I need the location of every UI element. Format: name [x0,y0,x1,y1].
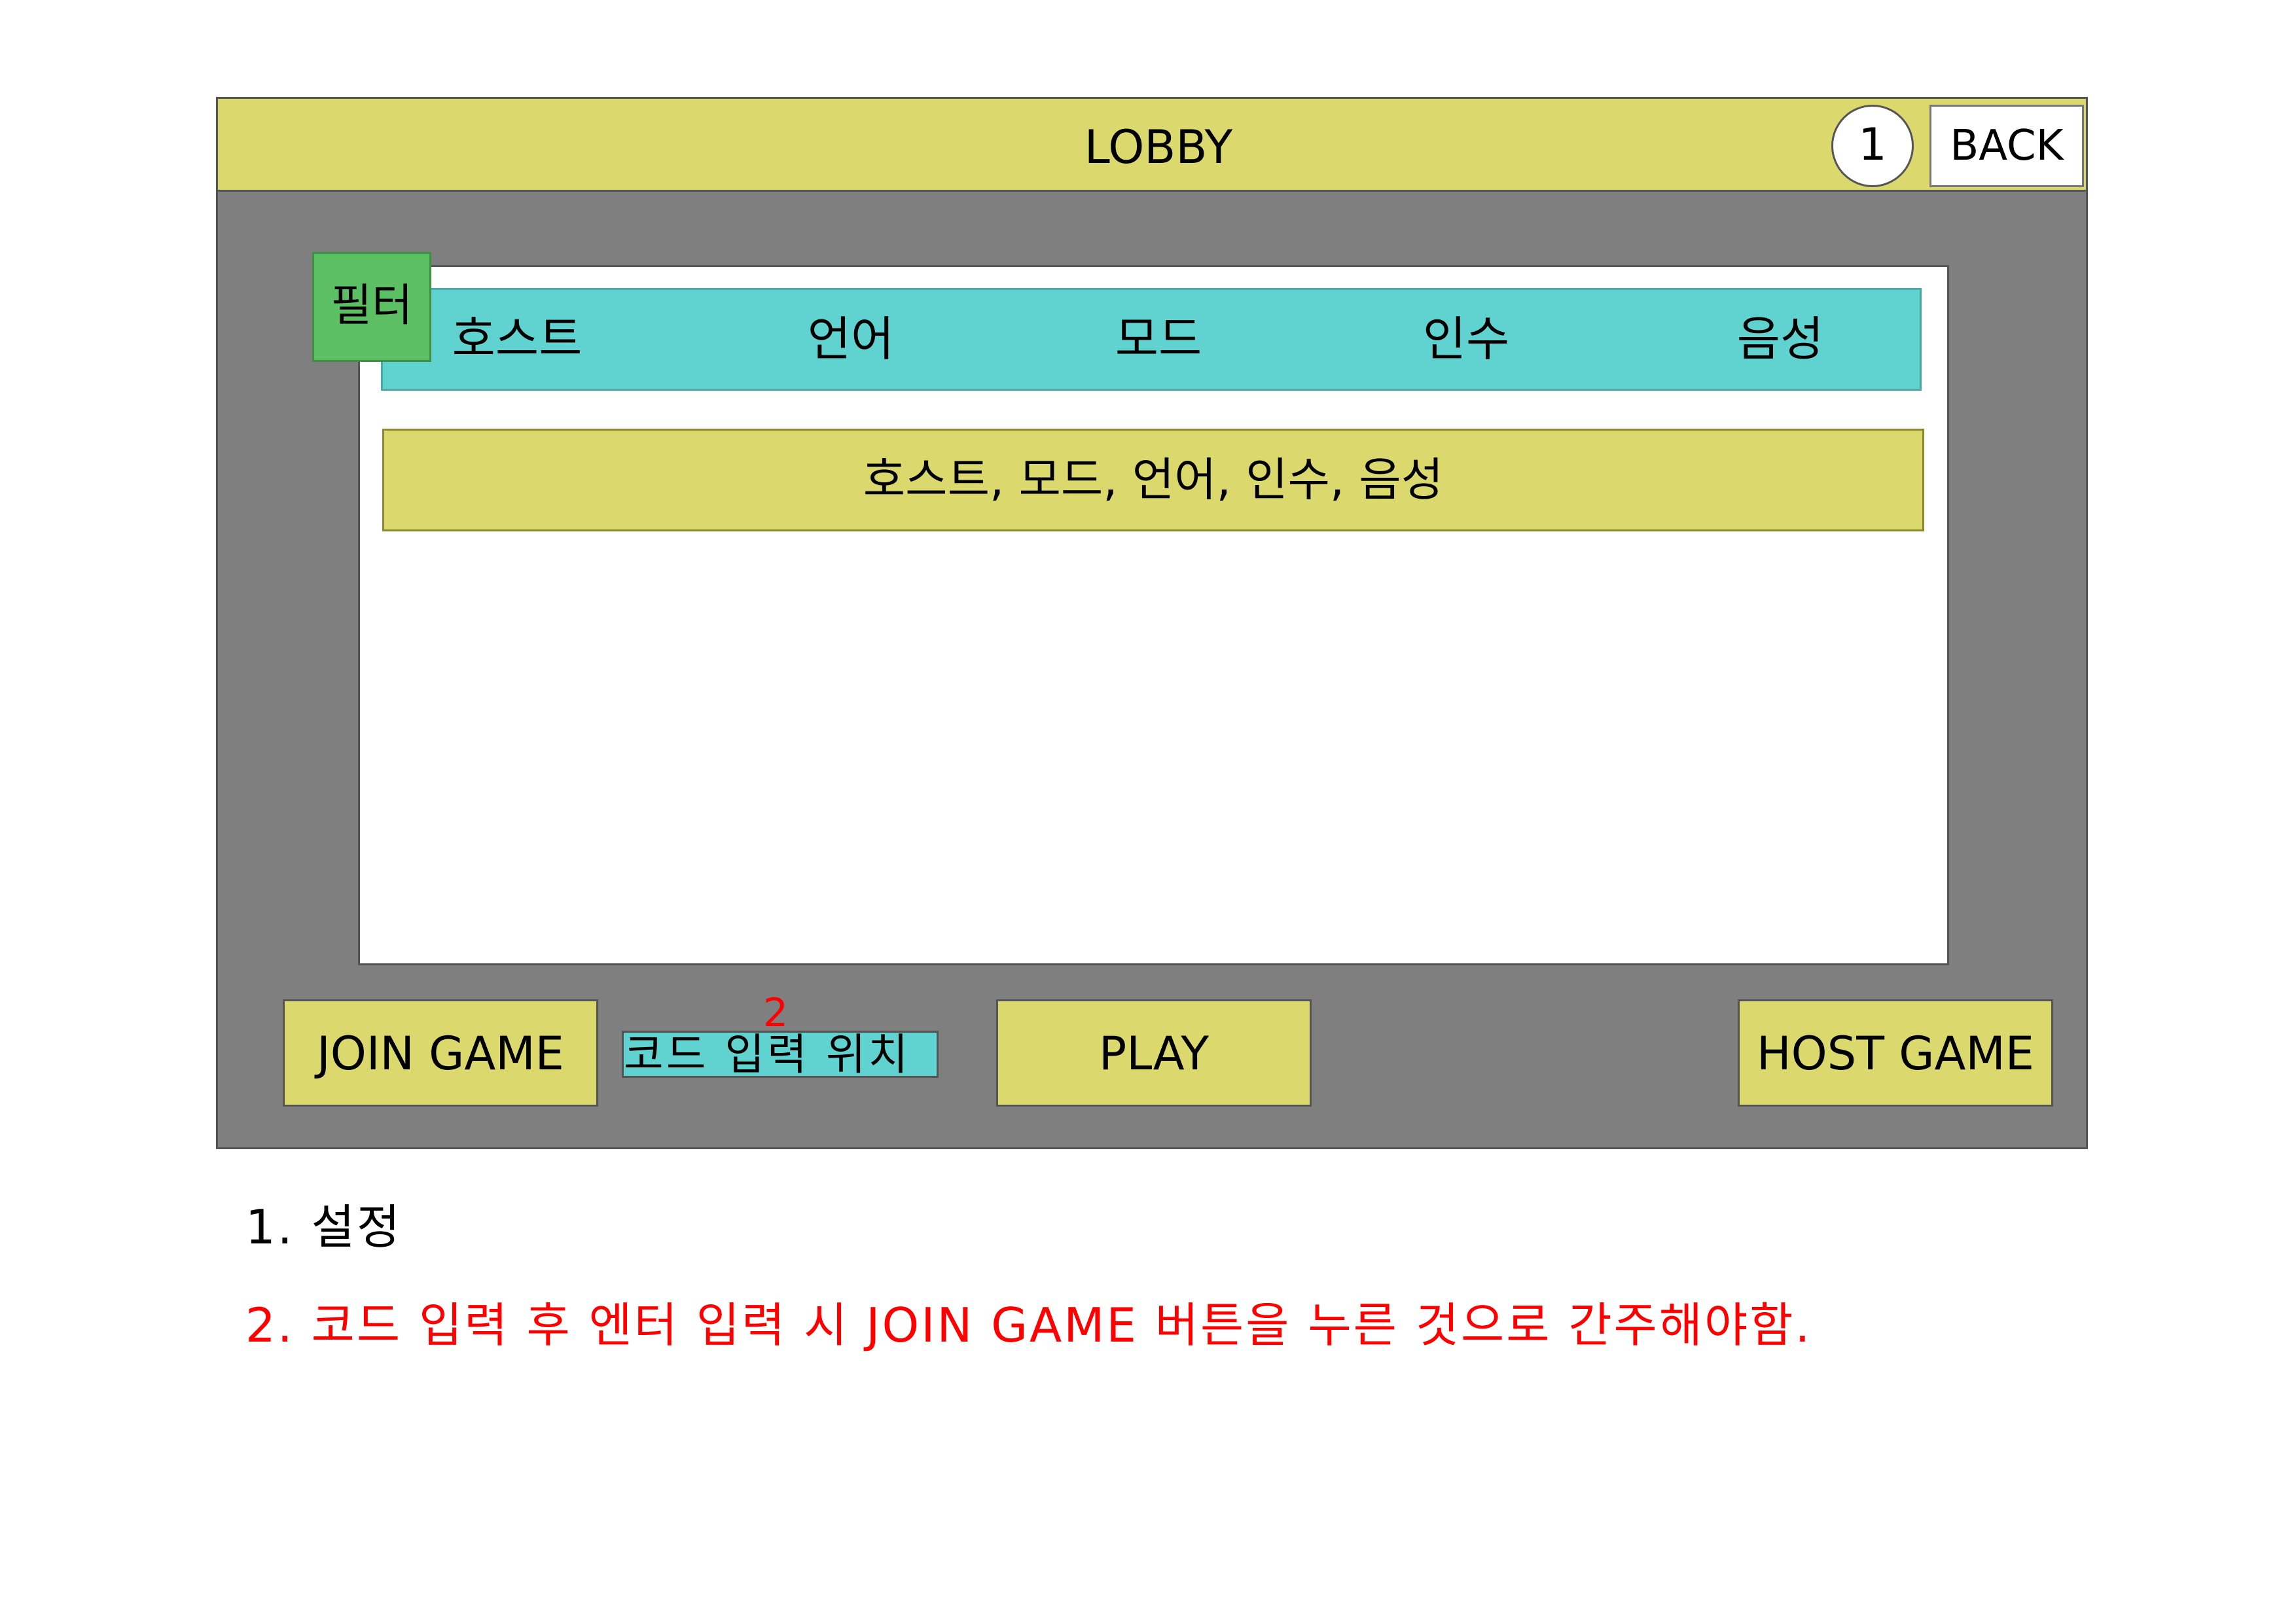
annotation-note-1: 1. 설정 [245,1200,403,1255]
room-list-row[interactable]: 호스트, 모드, 언어, 인수, 음성 [382,429,1924,531]
back-button[interactable]: BACK [1929,105,2084,187]
column-header-host[interactable]: 호스트 [419,288,615,391]
filter-button[interactable]: 필터 [312,252,431,362]
annotation-note-2: 2. 코드 입력 후 엔터 입력 시 JOIN GAME 버튼을 누른 것으로 … [245,1298,1812,1353]
column-header-mode[interactable]: 모드 [1060,288,1257,391]
code-input-marker: 2 [762,990,789,1036]
screen-title: LOBBY [1084,120,1233,174]
join-game-button[interactable]: JOIN GAME [283,999,598,1107]
column-header-players[interactable]: 인수 [1368,288,1564,391]
host-game-button[interactable]: HOST GAME [1738,999,2053,1107]
column-header-voice[interactable]: 음성 [1682,288,1878,391]
settings-marker-badge[interactable]: 1 [1831,105,1914,187]
column-header-language[interactable]: 언어 [753,288,949,391]
play-button[interactable]: PLAY [996,999,1312,1107]
